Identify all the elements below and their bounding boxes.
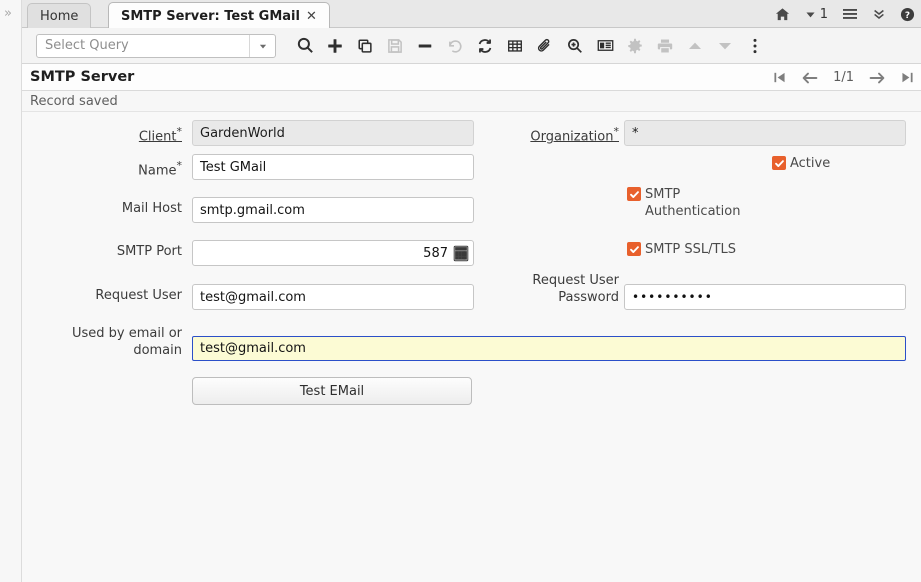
request-user-password-field[interactable]: •••••••••• <box>624 284 906 310</box>
smtp-ssl-tls-label: SMTP SSL/TLS <box>645 242 736 257</box>
mail-host-field[interactable]: smtp.gmail.com <box>192 197 474 223</box>
svg-text:?: ? <box>905 10 910 20</box>
select-query-value: Select Query <box>45 38 129 53</box>
active-checkbox-row[interactable]: Active <box>772 155 830 172</box>
checkmark-icon[interactable] <box>627 242 641 256</box>
tab-home-label: Home <box>40 8 79 24</box>
organization-value: * <box>632 125 639 141</box>
checkmark-icon[interactable] <box>772 156 786 170</box>
smtp-ssl-tls-checkbox-row[interactable]: SMTP SSL/TLS <box>627 241 736 258</box>
smtp-authentication-checkbox-row[interactable]: SMTP Authentication <box>627 186 747 220</box>
attachment-icon[interactable] <box>530 31 560 61</box>
calculator-icon[interactable] <box>453 245 469 262</box>
request-user-password-value: •••••••••• <box>632 290 713 304</box>
application-window: » Home SMTP Server: Test GMail ✕ 1 ? Sel… <box>0 0 921 582</box>
refresh-icon[interactable] <box>470 31 500 61</box>
record-navigation: 1/1 <box>772 64 915 91</box>
name-field[interactable]: Test GMail <box>192 154 474 180</box>
smtp-authentication-label: SMTP Authentication <box>645 187 741 219</box>
previous-record-icon[interactable] <box>801 70 819 86</box>
tab-home[interactable]: Home <box>27 3 92 28</box>
request-user-field[interactable]: test@gmail.com <box>192 284 474 310</box>
test-email-button-label: Test EMail <box>299 383 365 399</box>
toolbar-buttons <box>290 31 770 61</box>
name-value: Test GMail <box>200 159 267 175</box>
first-record-icon[interactable] <box>772 70 787 85</box>
menu-icon[interactable] <box>842 7 858 21</box>
request-user-password-label: Request User Password <box>532 273 619 305</box>
gear-icon <box>620 31 650 61</box>
tab-smtp-server-label: SMTP Server: Test GMail <box>121 8 300 24</box>
search-icon[interactable] <box>290 31 320 61</box>
mail-host-label: Mail Host <box>121 201 182 216</box>
next-record-icon[interactable] <box>868 70 886 86</box>
smtp-port-field[interactable]: 587 <box>192 240 474 266</box>
notification-count: 1 <box>819 6 828 22</box>
name-label: Name* <box>138 159 182 179</box>
checkmark-icon[interactable] <box>627 187 641 201</box>
notifications-dropdown-icon[interactable]: 1 <box>804 7 828 22</box>
grid-toggle-icon[interactable] <box>500 31 530 61</box>
used-by-email-field[interactable]: test@gmail.com <box>192 336 906 361</box>
window-header: SMTP Server 1/1 <box>22 64 921 91</box>
request-user-value: test@gmail.com <box>200 289 306 305</box>
client-label[interactable]: Client* <box>52 123 182 145</box>
report-icon[interactable] <box>590 31 620 61</box>
help-icon[interactable]: ? <box>900 7 915 22</box>
home-icon[interactable] <box>775 7 790 22</box>
delete-icon[interactable] <box>410 31 440 61</box>
select-query-dropdown[interactable]: Select Query <box>36 33 276 58</box>
top-right-icons: 1 ? <box>775 0 915 28</box>
smtp-port-label: SMTP Port <box>116 244 182 259</box>
used-by-email-value: test@gmail.com <box>200 341 306 356</box>
request-user-label: Request User <box>95 288 182 303</box>
more-menu-icon[interactable] <box>740 31 770 61</box>
chevron-down-icon[interactable] <box>249 34 275 57</box>
used-by-email-label: Used by email or domain <box>71 326 182 358</box>
client-field: GardenWorld <box>192 120 474 146</box>
organization-field: * <box>624 120 906 146</box>
active-label: Active <box>790 156 831 171</box>
save-icon <box>380 31 410 61</box>
chevron-double-down-icon[interactable] <box>872 7 886 21</box>
record-count: 1/1 <box>833 70 854 85</box>
copy-record-icon[interactable] <box>350 31 380 61</box>
chevron-double-right-icon[interactable]: » <box>4 7 12 20</box>
page-title: SMTP Server <box>30 69 135 85</box>
smtp-port-value: 587 <box>423 245 448 261</box>
toolbar: Select Query <box>22 28 921 64</box>
new-record-icon[interactable] <box>320 31 350 61</box>
last-record-icon[interactable] <box>900 70 915 85</box>
status-message: Record saved <box>30 93 118 109</box>
print-icon <box>650 31 680 61</box>
tab-bar: Home SMTP Server: Test GMail ✕ 1 ? <box>22 0 921 29</box>
close-icon[interactable]: ✕ <box>306 9 317 24</box>
organization-label[interactable]: Organization* <box>454 123 619 145</box>
test-email-button[interactable]: Test EMail <box>192 377 472 405</box>
detail-record-icon <box>710 31 740 61</box>
status-bar: Record saved <box>22 91 921 112</box>
parent-record-icon <box>680 31 710 61</box>
mail-host-value: smtp.gmail.com <box>200 202 305 218</box>
form-canvas: Client* GardenWorld Name* Test GMail Mai… <box>22 112 921 582</box>
zoom-icon[interactable] <box>560 31 590 61</box>
tab-smtp-server[interactable]: SMTP Server: Test GMail ✕ <box>108 2 330 29</box>
left-rail: » <box>0 0 22 582</box>
client-value: GardenWorld <box>200 125 285 141</box>
undo-icon <box>440 31 470 61</box>
